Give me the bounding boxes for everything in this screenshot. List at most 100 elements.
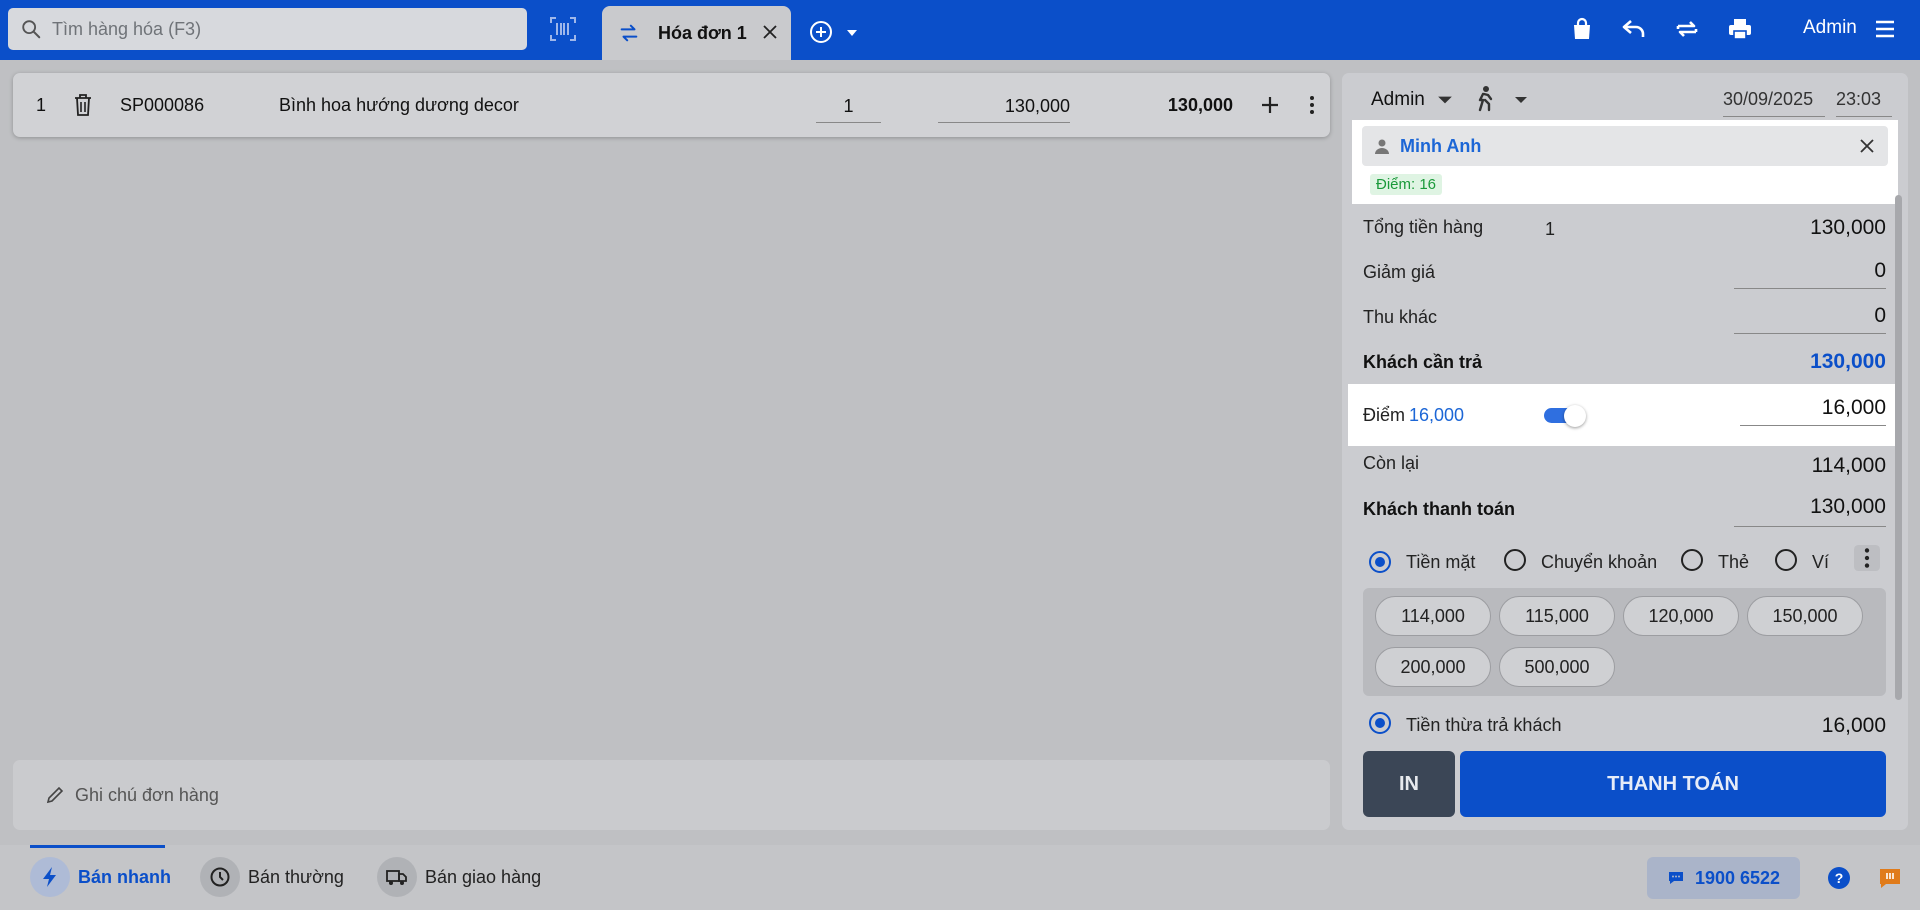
amount-due-value: 130,000	[1810, 350, 1886, 373]
clock-icon	[210, 867, 230, 887]
quantity-field[interactable]: 1	[816, 87, 881, 123]
return-icon[interactable]	[1620, 15, 1648, 43]
top-bar: Hóa đơn 1 Admin	[0, 0, 1920, 60]
other-fee-field[interactable]: 0	[1734, 304, 1886, 334]
points-toggle[interactable]	[1544, 405, 1586, 427]
truck-icon	[386, 870, 407, 885]
remaining-label: Còn lại	[1363, 453, 1420, 473]
close-tab-icon[interactable]	[761, 23, 779, 41]
subtotal-value: 130,000	[1810, 216, 1886, 239]
more-vertical-icon[interactable]	[1854, 545, 1880, 571]
mode-quick-sale[interactable]: Bán nhanh	[30, 857, 171, 897]
chevron-down-icon[interactable]	[1514, 93, 1528, 107]
walk-in-customer-icon[interactable]	[1472, 85, 1498, 113]
mode-delivery-sale-label: Bán giao hàng	[425, 866, 542, 887]
help-icon[interactable]: ?	[1827, 866, 1851, 890]
pay-button[interactable]: THANH TOÁN	[1460, 751, 1886, 817]
radio-change[interactable]	[1369, 712, 1391, 734]
amount-due-label: Khách cần trả	[1363, 352, 1483, 372]
more-vertical-icon[interactable]	[1300, 93, 1324, 117]
invoice-date[interactable]: 30/09/2025	[1723, 81, 1825, 117]
customer-pays-field[interactable]: 130,000	[1734, 495, 1886, 527]
shopping-bag-icon[interactable]	[1568, 15, 1596, 43]
remaining-value: 114,000	[1811, 454, 1886, 477]
order-note[interactable]	[13, 760, 1330, 830]
mode-delivery-sale[interactable]: Bán giao hàng	[377, 857, 541, 897]
quick-amount-button[interactable]: 150,000	[1747, 596, 1863, 636]
product-name: Bình hoa hướng dương decor	[279, 95, 519, 115]
customer-points-badge: Điểm: 16	[1370, 174, 1443, 195]
order-note-input[interactable]	[75, 784, 1275, 806]
quick-amount-button[interactable]: 120,000	[1623, 596, 1739, 636]
method-wallet-label[interactable]: Ví	[1812, 552, 1829, 573]
product-search[interactable]	[8, 8, 527, 50]
customer-pays-label: Khách thanh toán	[1363, 499, 1515, 519]
unit-price-field[interactable]: 130,000	[938, 87, 1070, 123]
print-button[interactable]: IN	[1363, 751, 1455, 817]
line-total: 130,000	[1167, 95, 1233, 115]
other-fee-label: Thu khác	[1363, 307, 1438, 327]
tab-invoice-1[interactable]: Hóa đơn 1	[602, 6, 791, 60]
line-index: 1	[36, 95, 47, 115]
customer-row[interactable]: Minh Anh	[1362, 126, 1888, 166]
seller-name: Admin	[1371, 89, 1425, 110]
quick-amount-button[interactable]: 500,000	[1499, 647, 1615, 687]
quick-amount-button[interactable]: 115,000	[1499, 596, 1615, 636]
add-tab-icon[interactable]	[808, 19, 834, 45]
person-icon	[1375, 139, 1389, 154]
customer-card: Minh Anh Điểm: 16	[1352, 120, 1898, 204]
lightning-icon	[43, 867, 56, 887]
svg-text:?: ?	[1835, 870, 1844, 886]
plus-icon[interactable]	[1258, 93, 1282, 117]
quick-amount-button[interactable]: 114,000	[1375, 596, 1491, 636]
subtotal-label: Tổng tiền hàng	[1363, 217, 1484, 237]
quick-amount-button[interactable]: 200,000	[1375, 647, 1491, 687]
customer-name[interactable]: Minh Anh	[1400, 136, 1481, 157]
product-code: SP000086	[120, 95, 205, 115]
chat-bubble-icon	[1668, 872, 1683, 884]
radio-transfer[interactable]	[1504, 549, 1526, 571]
chevron-down-icon[interactable]	[845, 26, 859, 40]
points-field[interactable]: 16,000	[1740, 396, 1886, 426]
radio-cash[interactable]	[1369, 551, 1391, 573]
active-indicator	[30, 845, 165, 848]
points-label: Điểm	[1363, 405, 1406, 425]
tab-label: Hóa đơn 1	[658, 22, 747, 43]
search-icon	[22, 20, 41, 39]
method-transfer-label[interactable]: Chuyển khoản	[1541, 552, 1657, 573]
mode-normal-sale-label: Bán thường	[248, 866, 344, 887]
menu-icon[interactable]	[1872, 16, 1898, 42]
method-cash-label[interactable]: Tiền mặt	[1406, 552, 1475, 573]
hotline-button[interactable]: 1900 6522	[1647, 857, 1800, 899]
panel-scrollbar[interactable]	[1895, 195, 1902, 700]
discount-field[interactable]: 0	[1734, 259, 1886, 289]
method-card-label[interactable]: Thẻ	[1718, 552, 1749, 573]
change-label: Tiền thừa trả khách	[1406, 715, 1562, 735]
sync-icon[interactable]	[1673, 15, 1701, 43]
search-input[interactable]	[52, 18, 492, 40]
subtotal-count: 1	[1545, 219, 1556, 239]
feedback-icon[interactable]	[1878, 866, 1902, 890]
clock-icon-wrap	[200, 857, 240, 897]
toggle-knob	[1564, 405, 1586, 427]
swap-icon[interactable]	[618, 22, 640, 44]
user-name[interactable]: Admin	[1803, 17, 1857, 39]
close-icon[interactable]	[1858, 137, 1876, 155]
bottom-bar: Bán nhanh Bán thường Bán giao hàng 1900 …	[0, 845, 1920, 910]
lightning-icon-wrap	[30, 857, 70, 897]
discount-label: Giảm giá	[1363, 262, 1436, 282]
trash-icon[interactable]	[71, 92, 95, 118]
points-available: 16,000	[1409, 405, 1465, 425]
barcode-scan-icon[interactable]	[548, 14, 578, 44]
seller-select[interactable]: Admin	[1371, 89, 1453, 111]
truck-icon-wrap	[377, 857, 417, 897]
mode-quick-sale-label: Bán nhanh	[78, 866, 171, 887]
points-redeem-row: Điểm 16,000 16,000	[1348, 384, 1902, 446]
cart-line-item: 1 SP000086 Bình hoa hướng dương decor 1 …	[13, 73, 1330, 137]
invoice-time[interactable]: 23:03	[1836, 81, 1892, 117]
radio-wallet[interactable]	[1775, 549, 1797, 571]
radio-card[interactable]	[1681, 549, 1703, 571]
pencil-icon	[46, 786, 64, 804]
printer-icon[interactable]	[1726, 15, 1754, 43]
mode-normal-sale[interactable]: Bán thường	[200, 857, 344, 897]
